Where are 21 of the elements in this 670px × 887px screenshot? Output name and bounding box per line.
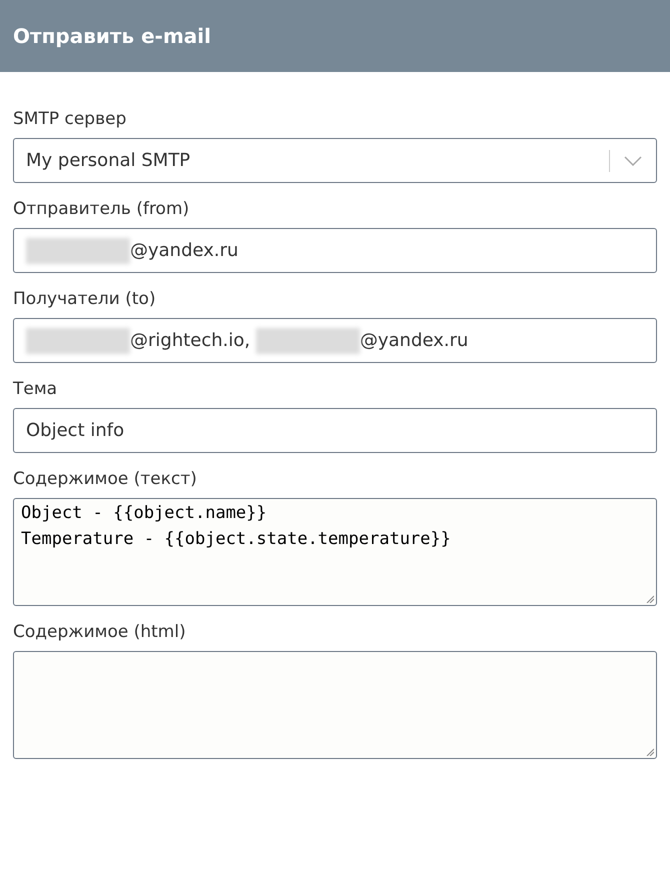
resize-grip-icon[interactable] <box>646 595 654 603</box>
resize-grip-icon[interactable] <box>646 748 654 756</box>
field-value: Object info <box>26 419 124 443</box>
field-label: SMTP сервер <box>13 108 128 130</box>
input-field[interactable]: @rightech.io, @yandex.ru <box>13 318 657 363</box>
select-field[interactable]: My personal SMTP <box>13 138 657 183</box>
input-field[interactable]: @yandex.ru <box>13 228 657 273</box>
textarea-field[interactable] <box>13 651 657 759</box>
textarea-content: Object - {{object.name}} Temperature - {{object.state.temperature}} <box>21 502 452 551</box>
field-value: @rightech.io, @yandex.ru <box>26 327 468 354</box>
textarea-field[interactable]: Object - {{object.name}} Temperature - {{object.state.temperature}} <box>13 498 657 606</box>
field-value: @yandex.ru <box>26 237 238 264</box>
field-label: Отправитель (from) <box>13 198 190 220</box>
header-title: Отправить e-mail <box>13 23 212 50</box>
field-label: Тема <box>13 378 58 400</box>
chevron-down-icon <box>624 156 642 166</box>
input-field[interactable]: Object info <box>13 408 657 453</box>
field-label: Содержимое (html) <box>13 621 187 643</box>
field-value: My personal SMTP <box>26 149 192 173</box>
field-label: Содержимое (текст) <box>13 468 198 490</box>
field-label: Получатели (to) <box>13 288 157 310</box>
